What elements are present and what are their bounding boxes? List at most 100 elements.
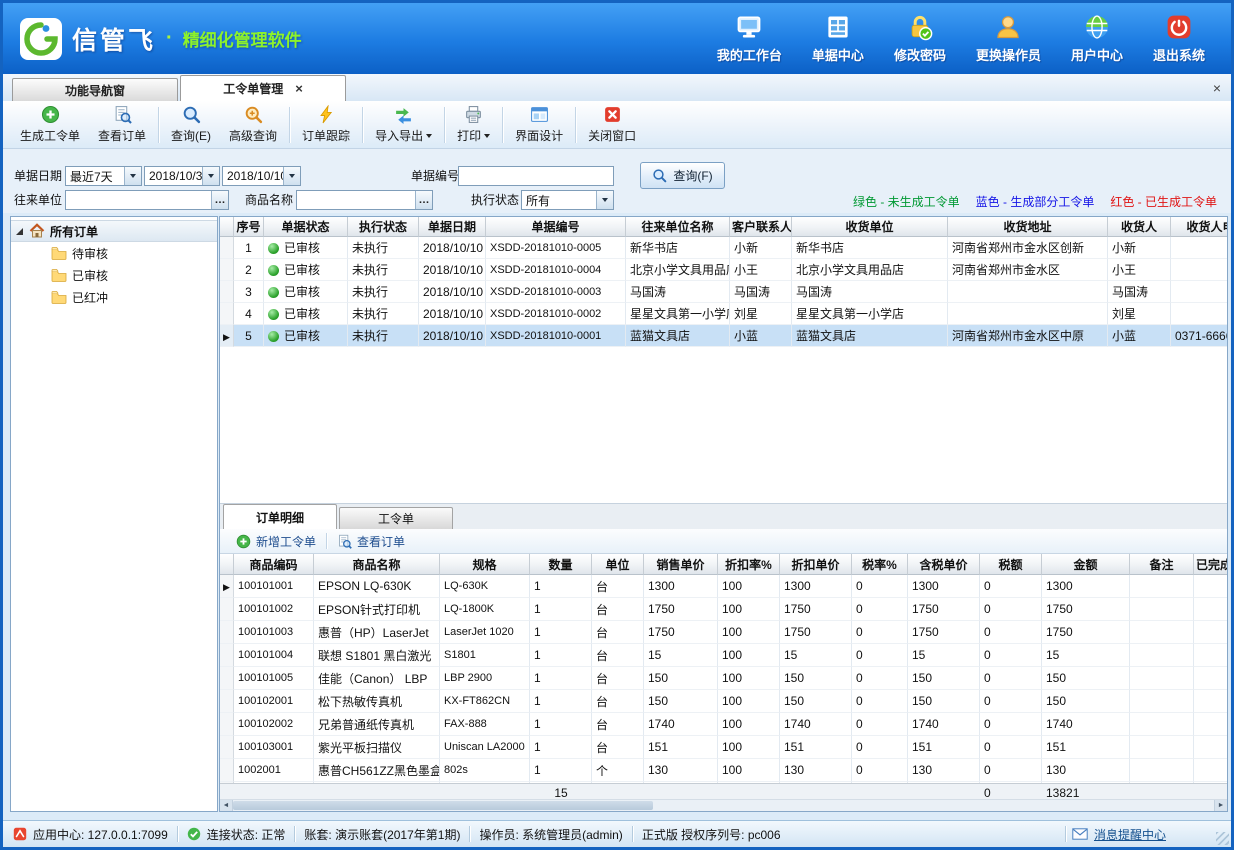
detail-table-colheader-9[interactable]: 税率% xyxy=(852,554,908,575)
detail-row[interactable]: 100102001松下热敏传真机KX-FT862CN1台150100150015… xyxy=(220,690,1227,713)
detail-table-colheader-3[interactable]: 规格 xyxy=(440,554,530,575)
orders-table-colheader-4[interactable]: 单据日期 xyxy=(419,217,486,237)
horizontal-scrollbar[interactable]: ◄ ► xyxy=(220,799,1227,811)
detail-table-colheader-2[interactable]: 商品名称 xyxy=(314,554,440,575)
detail-table-colheader-8[interactable]: 折扣单价 xyxy=(780,554,852,575)
tab-work-order[interactable]: 工令单 xyxy=(339,507,453,529)
detail-table-colheader-5[interactable]: 单位 xyxy=(592,554,644,575)
chevron-down-icon[interactable] xyxy=(202,167,219,185)
toolbar-order-tracking[interactable]: 订单跟踪 xyxy=(293,103,359,147)
ui-design-icon xyxy=(530,105,549,124)
date-to-select[interactable]: 2018/10/10 xyxy=(222,166,301,186)
nav-doc-center[interactable]: 单据中心 xyxy=(812,13,864,64)
detail-table-colheader-11[interactable]: 税额 xyxy=(980,554,1042,575)
tab-work-order-mgmt[interactable]: 工令单管理 × xyxy=(180,75,346,101)
scroll-left-icon[interactable]: ◄ xyxy=(220,800,233,811)
nav-user-center[interactable]: 用户中心 xyxy=(1071,13,1123,64)
detail-table-colheader-4[interactable]: 数量 xyxy=(530,554,592,575)
doc-no-input[interactable] xyxy=(458,166,614,186)
status-message-center[interactable]: 消息提醒中心 xyxy=(1065,826,1166,843)
product-input[interactable] xyxy=(297,191,415,209)
chevron-down-icon[interactable] xyxy=(484,134,490,138)
chevron-down-icon[interactable] xyxy=(596,191,613,209)
detail-row[interactable]: 1002001惠普CH561ZZ黑色墨盒802s1个13010013001300… xyxy=(220,759,1227,782)
orders-table-colheader-9[interactable]: 收货地址 xyxy=(948,217,1108,237)
toolbar-button-label: 订单跟踪 xyxy=(302,127,350,144)
tree-item-2[interactable]: 已红冲 xyxy=(11,286,217,308)
orders-table-colheader-7[interactable]: 客户联系人 xyxy=(730,217,792,237)
partner-input[interactable] xyxy=(66,191,211,209)
scrollbar-thumb[interactable] xyxy=(233,801,653,810)
resize-grip[interactable] xyxy=(1216,832,1229,845)
product-lookup-button[interactable]: … xyxy=(415,191,432,209)
scroll-right-icon[interactable]: ► xyxy=(1214,800,1227,811)
detail-toolbar-add-work-order[interactable]: 新增工令单 xyxy=(228,533,324,550)
tabbar-close-icon[interactable]: × xyxy=(1213,80,1221,96)
detail-row[interactable]: ▶100101001EPSON LQ-630KLQ-630K1台13001001… xyxy=(220,575,1227,598)
toolbar-ui-design[interactable]: 界面设计 xyxy=(506,103,572,147)
exec-status-select[interactable]: 所有 xyxy=(521,190,614,210)
detail-table-colheader-7[interactable]: 折扣率% xyxy=(718,554,780,575)
nav-exit-system[interactable]: 退出系统 xyxy=(1153,13,1205,64)
detail-row[interactable]: 100101002EPSON针式打印机LQ-1800K1台17501001750… xyxy=(220,598,1227,621)
detail-row[interactable]: 100101005佳能（Canon） LBPLBP 29001台15010015… xyxy=(220,667,1227,690)
toolbar-print[interactable]: 打印 xyxy=(448,103,499,147)
row-indicator xyxy=(220,259,234,281)
detail-row[interactable]: 100102002兄弟普通纸传真机FAX-8881台17401001740017… xyxy=(220,713,1227,736)
detail-table-colheader-12[interactable]: 金额 xyxy=(1042,554,1130,575)
scrollbar-track[interactable] xyxy=(653,800,1214,811)
detail-table-colheader-1[interactable]: 商品编码 xyxy=(234,554,314,575)
chevron-down-icon[interactable] xyxy=(283,167,300,185)
detail-table-colheader-14[interactable]: 已完成 xyxy=(1194,554,1227,575)
detail-row[interactable]: 100101004联想 S1801 黑白激光S18011台15100150150… xyxy=(220,644,1227,667)
date-from-select[interactable]: 2018/10/3 xyxy=(144,166,220,186)
tab-close-icon[interactable]: × xyxy=(295,84,303,94)
orders-table-colheader-5[interactable]: 单据编号 xyxy=(486,217,626,237)
chevron-down-icon[interactable] xyxy=(426,134,432,138)
date-range-select[interactable]: 最近7天 xyxy=(65,166,142,186)
detail-table-colheader-10[interactable]: 含税单价 xyxy=(908,554,980,575)
order-row[interactable]: ▶5已审核未执行2018/10/10XSDD-20181010-0001蓝猫文具… xyxy=(220,325,1227,347)
nav-switch-operator[interactable]: 更换操作员 xyxy=(976,13,1041,64)
toolbar-close-window[interactable]: 关闭窗口 xyxy=(579,103,645,147)
orders-table-colheader-10[interactable]: 收货人 xyxy=(1108,217,1171,237)
detail-row[interactable]: 100103001紫光平板扫描仪Uniscan LA20001台15110015… xyxy=(220,736,1227,759)
message-center-link[interactable]: 消息提醒中心 xyxy=(1094,826,1166,843)
order-row[interactable]: 3已审核未执行2018/10/10XSDD-20181010-0003马国涛马国… xyxy=(220,281,1227,303)
date-from-value: 2018/10/3 xyxy=(145,167,202,185)
nav-change-password[interactable]: 修改密码 xyxy=(894,13,946,64)
orders-table-colheader-2[interactable]: 单据状态 xyxy=(264,217,348,237)
tab-function-nav[interactable]: 功能导航窗 xyxy=(12,78,178,101)
toolbar-view-order[interactable]: 查看订单 xyxy=(89,103,155,147)
orders-table-colheader-3[interactable]: 执行状态 xyxy=(348,217,419,237)
product-input-group: … xyxy=(296,190,433,210)
orders-table-colheader-11[interactable]: 收货人电 xyxy=(1171,217,1227,237)
order-row[interactable]: 1已审核未执行2018/10/10XSDD-20181010-0005新华书店小… xyxy=(220,237,1227,259)
orders-table-colheader-8[interactable]: 收货单位 xyxy=(792,217,948,237)
tree-expander-icon[interactable] xyxy=(16,228,23,235)
query-button[interactable]: 查询(F) xyxy=(640,162,725,189)
order-row[interactable]: 2已审核未执行2018/10/10XSDD-20181010-0004北京小学文… xyxy=(220,259,1227,281)
toolbar-advanced-query[interactable]: 高级查询 xyxy=(220,103,286,147)
detail-table-colheader-6[interactable]: 销售单价 xyxy=(644,554,718,575)
detail-table-colheader-13[interactable]: 备注 xyxy=(1130,554,1194,575)
detail-table-colheader-0[interactable] xyxy=(220,554,234,575)
tree-item-1[interactable]: 已审核 xyxy=(11,264,217,286)
order-row[interactable]: 4已审核未执行2018/10/10XSDD-20181010-0002星星文具第… xyxy=(220,303,1227,325)
nav-workbench[interactable]: 我的工作台 xyxy=(717,13,782,64)
partner-lookup-button[interactable]: … xyxy=(211,191,228,209)
exec-status-value: 所有 xyxy=(522,191,596,209)
tree-item-0[interactable]: 待审核 xyxy=(11,242,217,264)
orders-table-colheader-6[interactable]: 往来单位名称 xyxy=(626,217,730,237)
chevron-down-icon[interactable] xyxy=(124,167,141,185)
orders-table-colheader-1[interactable]: 序号 xyxy=(234,217,264,237)
detail-row[interactable]: 100101003惠普（HP）LaserJetLaserJet 10201台17… xyxy=(220,621,1227,644)
toolbar-import-export[interactable]: 导入导出 xyxy=(366,103,441,147)
toolbar-query[interactable]: 查询(E) xyxy=(162,103,220,147)
tree-item-all-orders[interactable]: 所有订单 xyxy=(11,220,217,242)
tab-order-detail[interactable]: 订单明细 xyxy=(223,504,337,529)
toolbar-generate-work-order[interactable]: 生成工令单 xyxy=(11,103,89,147)
orders-table-colheader-0[interactable] xyxy=(220,217,234,237)
filter-bar: 单据日期 最近7天 2018/10/3 2018/10/10 单据编号 查询(F… xyxy=(3,149,1231,213)
detail-toolbar-view-order[interactable]: 查看订单 xyxy=(329,533,413,550)
